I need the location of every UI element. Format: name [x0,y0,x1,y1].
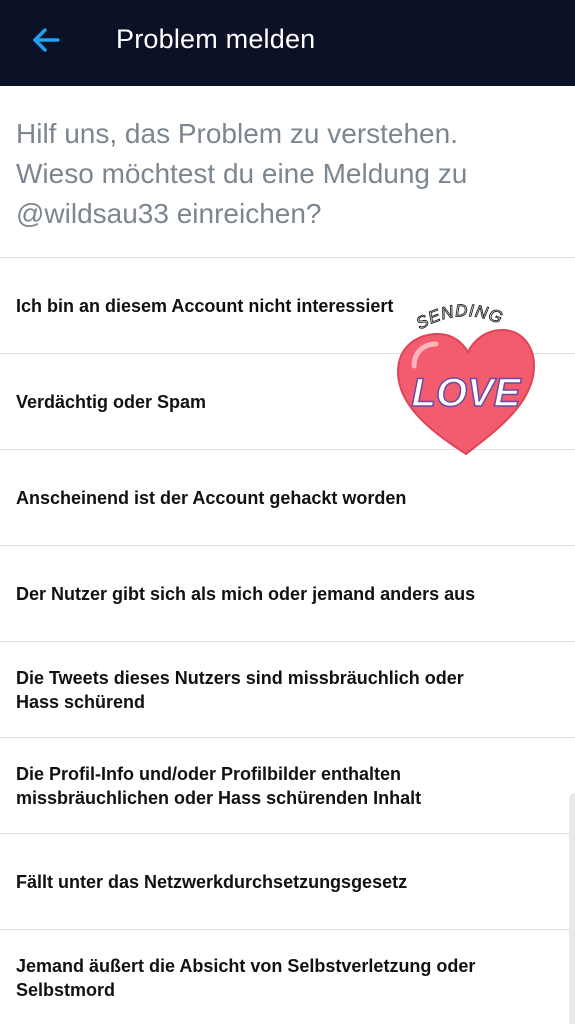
report-option[interactable]: Die Tweets dieses Nutzers sind missbräuc… [0,641,575,737]
report-option-label: Fällt unter das Netzwerkdurchsetzungsges… [16,871,408,892]
report-question: Hilf uns, das Problem zu verstehen. Wies… [16,114,556,234]
question-line-2: Wieso möchtest du eine Meldung zu [16,158,468,189]
report-option-label: Jemand äußert die Absicht von Selbstverl… [16,955,476,1000]
question-line-3: @wildsau33 einreichen? [16,198,322,229]
report-option-label: Die Tweets dieses Nutzers sind missbräuc… [16,667,464,712]
report-option[interactable]: Die Profil-Info und/oder Profilbilder en… [0,737,575,833]
scrollbar[interactable] [569,793,575,1024]
arrow-left-icon [33,28,60,52]
app-header: Problem melden [0,0,575,86]
report-option[interactable]: Verdächtig oder Spam [0,353,575,449]
report-option[interactable]: Fällt unter das Netzwerkdurchsetzungsges… [0,833,575,929]
report-option-label: Anscheinend ist der Account gehackt word… [16,487,407,508]
report-option[interactable]: Anscheinend ist der Account gehackt word… [0,449,575,545]
report-option-label: Verdächtig oder Spam [16,391,207,412]
report-option-label: Die Profil-Info und/oder Profilbilder en… [16,763,422,808]
report-option[interactable]: Jemand äußert die Absicht von Selbstverl… [0,929,575,1025]
report-option-label: Der Nutzer gibt sich als mich oder jeman… [16,583,476,604]
page-title: Problem melden [116,24,316,54]
report-option[interactable]: Ich bin an diesem Account nicht interess… [0,257,575,353]
back-button[interactable] [28,22,64,58]
question-line-1: Hilf uns, das Problem zu verstehen. [16,118,458,149]
report-option-label: Ich bin an diesem Account nicht interess… [16,295,394,316]
report-option[interactable]: Der Nutzer gibt sich als mich oder jeman… [0,545,575,641]
